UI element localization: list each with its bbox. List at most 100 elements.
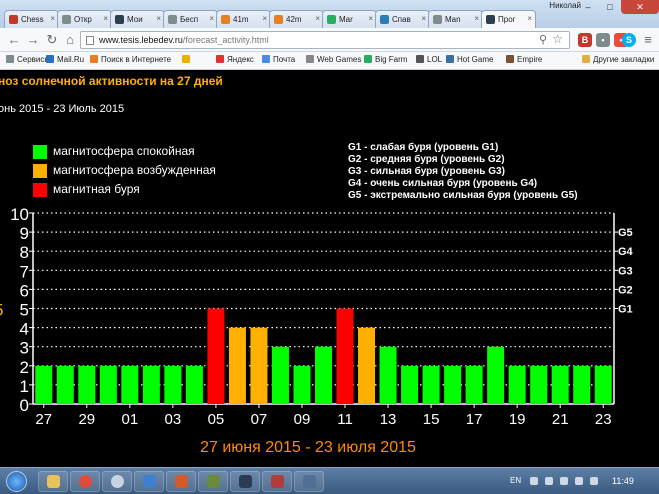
- maximize-button[interactable]: □: [599, 0, 621, 14]
- taskbar-app-7[interactable]: [230, 471, 260, 492]
- tab-close-icon[interactable]: ×: [209, 14, 214, 23]
- tab-close-icon[interactable]: ×: [421, 14, 426, 23]
- bookmark-label: Mail.Ru: [57, 55, 85, 64]
- bookmark-item[interactable]: Big Farm: [364, 55, 407, 64]
- reload-button[interactable]: ↻: [44, 32, 60, 48]
- other-bookmarks[interactable]: Другие закладки: [582, 55, 654, 64]
- bookmark-item[interactable]: Web Games: [306, 55, 361, 64]
- browser-tab[interactable]: Спав ×: [375, 10, 430, 28]
- extension-b-icon[interactable]: B: [578, 33, 592, 47]
- tray-icon[interactable]: [530, 477, 538, 485]
- chart-title: 27 июня 2015 - 23 июля 2015: [200, 439, 416, 456]
- bar: [315, 346, 332, 404]
- tray-icon[interactable]: [545, 477, 553, 485]
- clock[interactable]: 11:49: [612, 476, 634, 486]
- tab-close-icon[interactable]: ×: [262, 14, 267, 23]
- tab-label: Бесп: [180, 15, 199, 24]
- browser-tab[interactable]: Мои ×: [110, 10, 165, 28]
- tab-favicon-icon: [327, 15, 336, 24]
- tab-close-icon[interactable]: ×: [156, 14, 161, 23]
- browser-tab[interactable]: Откр ×: [57, 10, 112, 28]
- taskbar-app-9[interactable]: [294, 471, 324, 492]
- bookmark-item[interactable]: [182, 55, 193, 64]
- volume-icon[interactable]: [590, 477, 598, 485]
- bar: [121, 365, 139, 404]
- browser-tab[interactable]: 41m ×: [216, 10, 271, 28]
- extension-gray-icon[interactable]: •: [596, 33, 610, 47]
- y-tick-label: 3: [20, 339, 29, 358]
- bar: [573, 365, 591, 404]
- tab-favicon-icon: [274, 15, 283, 24]
- browser-tab[interactable]: Mar ×: [322, 10, 377, 28]
- bookmark-item[interactable]: Поиск в Интернете: [90, 55, 171, 64]
- taskbar-app-4[interactable]: [134, 471, 164, 492]
- bookmark-item[interactable]: Empire: [506, 55, 542, 64]
- tab-label: Chess: [21, 15, 44, 24]
- url-host: www.tesis.lebedev.ru: [99, 35, 183, 45]
- forecast-page: ноз солнечной активности на 27 дней онь …: [0, 70, 659, 467]
- bar: [487, 346, 505, 404]
- y-tick-label: 1: [20, 377, 29, 396]
- language-indicator[interactable]: EN: [510, 476, 521, 485]
- bookmark-item[interactable]: LOL: [416, 55, 442, 64]
- bookmark-item[interactable]: Яндекс: [216, 55, 254, 64]
- search-icon[interactable]: ⚲: [539, 33, 547, 46]
- browser-tab[interactable]: Прог ×: [481, 10, 536, 28]
- folder-icon: [582, 55, 590, 63]
- browser-tab[interactable]: Бесп ×: [163, 10, 218, 28]
- start-button[interactable]: [6, 471, 27, 492]
- address-bar[interactable]: www.tesis.lebedev.ru/forecast_activity.h…: [80, 31, 570, 49]
- tab-close-icon[interactable]: ×: [315, 14, 320, 23]
- bookmark-icon: [446, 55, 454, 63]
- bookmark-label: Web Games: [317, 55, 362, 64]
- bookmark-icon: [216, 55, 224, 63]
- bookmark-icon: [182, 55, 190, 63]
- tab-label: Man: [445, 15, 461, 24]
- back-button[interactable]: ←: [6, 32, 22, 48]
- minimize-button[interactable]: –: [577, 0, 599, 14]
- taskbar-app-6[interactable]: [198, 471, 228, 492]
- close-window-button[interactable]: ✕: [621, 0, 659, 14]
- x-tick-label: 17: [466, 411, 483, 428]
- tab-favicon-icon: [221, 15, 230, 24]
- bookmarks-bar: Сервисы Mail.Ru Поиск в Интернете Яндекс Поч…: [0, 52, 659, 70]
- forward-button[interactable]: →: [25, 32, 41, 48]
- x-tick-label: 05: [208, 411, 225, 428]
- network-icon[interactable]: [575, 477, 583, 485]
- browser-tab[interactable]: Chess ×: [4, 10, 59, 28]
- bar: [444, 365, 462, 404]
- taskbar-chrome[interactable]: [70, 471, 100, 492]
- skype-icon[interactable]: S: [622, 33, 636, 47]
- taskbar-app-3[interactable]: [102, 471, 132, 492]
- tab-close-icon[interactable]: ×: [527, 14, 532, 23]
- home-button[interactable]: ⌂: [62, 32, 78, 48]
- browser-tab[interactable]: Man ×: [428, 10, 483, 28]
- g-tick-label: G2: [618, 284, 633, 296]
- tab-close-icon[interactable]: ×: [50, 14, 55, 23]
- bar: [56, 365, 74, 404]
- bookmark-item[interactable]: Сервисы: [6, 55, 50, 64]
- bookmark-star-icon[interactable]: ☆: [552, 32, 563, 46]
- taskbar-explorer[interactable]: [38, 471, 68, 492]
- bookmark-item[interactable]: Hot Game: [446, 55, 493, 64]
- bar: [78, 365, 96, 404]
- browser-tab[interactable]: 42m ×: [269, 10, 324, 28]
- taskbar-app-5[interactable]: [166, 471, 196, 492]
- bookmark-icon: [306, 55, 314, 63]
- bar: [293, 365, 311, 404]
- tray-icon[interactable]: [560, 477, 568, 485]
- taskbar-app-8[interactable]: [262, 471, 292, 492]
- tab-close-icon[interactable]: ×: [368, 14, 373, 23]
- tab-close-icon[interactable]: ×: [474, 14, 479, 23]
- taskbar: EN 11:49: [0, 467, 659, 494]
- y-tick-label: 7: [20, 262, 29, 281]
- x-tick-label: 13: [380, 411, 397, 428]
- tab-close-icon[interactable]: ×: [103, 14, 108, 23]
- x-tick-label: 15: [423, 411, 440, 428]
- bookmark-label: Big Farm: [375, 55, 408, 64]
- tab-label: Спав: [392, 15, 411, 24]
- bookmark-icon: [6, 55, 14, 63]
- menu-icon[interactable]: ≡: [640, 32, 656, 48]
- bookmark-item[interactable]: Почта: [262, 55, 295, 64]
- bookmark-item[interactable]: Mail.Ru: [46, 55, 84, 64]
